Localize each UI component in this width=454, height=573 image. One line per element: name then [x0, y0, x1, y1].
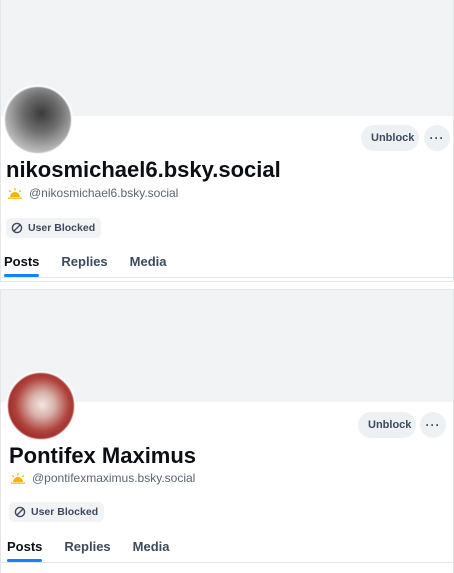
block-icon — [14, 506, 26, 518]
tab-media[interactable]: Media — [133, 533, 170, 562]
handle[interactable]: @nikosmichael6.bsky.social — [29, 186, 178, 200]
sun-icon — [11, 473, 25, 484]
profile-tabs: Posts Replies Media — [1, 533, 453, 563]
more-options-button[interactable]: ··· — [420, 412, 446, 438]
blocked-label: User Blocked — [28, 222, 96, 234]
tab-replies[interactable]: Replies — [61, 248, 107, 277]
tab-replies[interactable]: Replies — [64, 533, 110, 562]
display-name: Pontifex Maximus — [9, 443, 197, 468]
tab-posts[interactable]: Posts — [4, 248, 40, 277]
profile-tabs: Posts Replies Media — [1, 248, 453, 278]
more-options-button[interactable]: ··· — [424, 125, 450, 151]
profile-card: Unblock ··· Pontifex Maximus @pontifexma… — [0, 289, 454, 573]
handle[interactable]: @pontifexmaximus.bsky.social — [32, 471, 195, 485]
block-icon — [11, 222, 23, 234]
blocked-label: User Blocked — [31, 506, 99, 518]
unblock-button[interactable]: Unblock — [358, 412, 416, 438]
tab-posts[interactable]: Posts — [7, 533, 43, 562]
status-badge: User Blocked — [9, 502, 105, 522]
unblock-button[interactable]: Unblock — [361, 125, 419, 151]
display-name: nikosmichael6.bsky.social — [6, 157, 281, 182]
sun-icon — [8, 188, 22, 199]
status-badge: User Blocked — [6, 218, 102, 238]
profile-banner[interactable] — [1, 0, 453, 116]
profile-card: Unblock ··· nikosmichael6.bsky.social @n… — [0, 0, 454, 282]
avatar[interactable] — [3, 85, 73, 155]
handle-row: @pontifexmaximus.bsky.social — [10, 471, 195, 485]
handle-row: @nikosmichael6.bsky.social — [7, 186, 178, 200]
tab-media[interactable]: Media — [130, 248, 167, 277]
avatar[interactable] — [6, 371, 76, 441]
